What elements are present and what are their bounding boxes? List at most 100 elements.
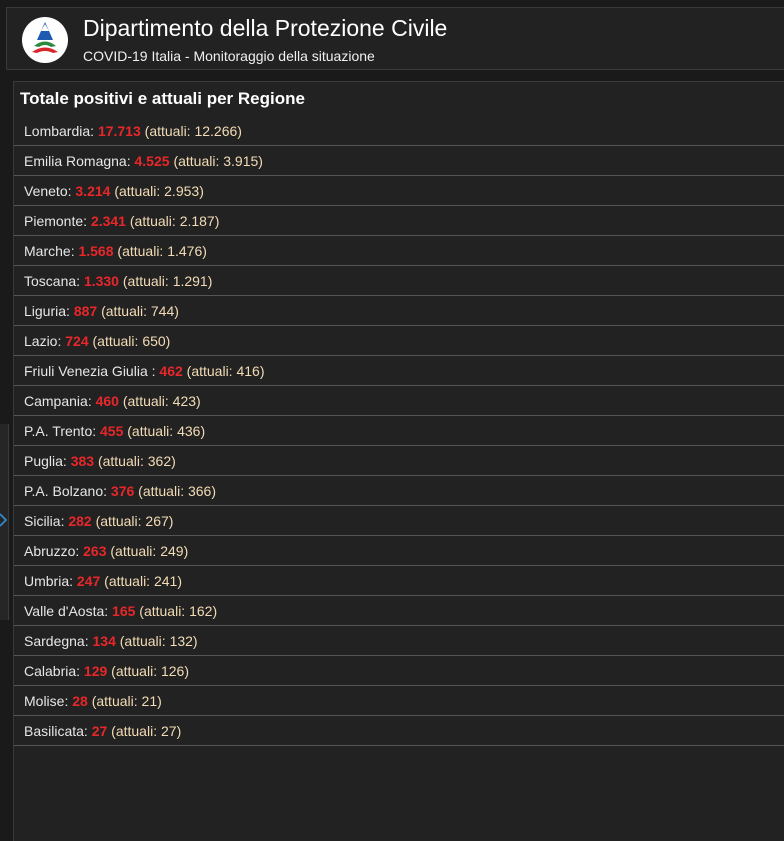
current-prefix: (attuali: [95, 513, 146, 529]
region-row[interactable]: Sardegna: 134 (attuali: 132) [14, 626, 784, 656]
current-suffix: ) [207, 273, 213, 289]
region-name: Sicilia [24, 513, 61, 529]
region-total-value: 28 [72, 693, 88, 709]
region-name: Lombardia [24, 123, 91, 139]
app-title: Dipartimento della Protezione Civile [83, 15, 448, 41]
current-prefix: (attuali: [122, 273, 173, 289]
region-row[interactable]: Marche: 1.568 (attuali: 1.476) [14, 236, 784, 266]
app-subtitle: COVID-19 Italia - Monitoraggio della sit… [83, 48, 375, 64]
region-current-value: (attuali: 1.476) [117, 243, 207, 259]
region-total-value: 247 [76, 573, 101, 589]
current-suffix: ) [237, 123, 242, 139]
region-total-value: 282 [68, 513, 92, 529]
region-current-value: (attuali: 12.266) [145, 123, 242, 139]
current-number: 132 [169, 633, 193, 649]
current-suffix: ) [157, 693, 162, 709]
region-name: Marche [24, 243, 71, 259]
current-prefix: (attuali: [144, 123, 195, 139]
region-total-value: 455 [100, 423, 124, 439]
region-row[interactable]: Piemonte: 2.341 (attuali: 2.187) [14, 206, 784, 236]
region-row[interactable]: Basilicata: 27 (attuali: 27) [14, 716, 784, 746]
region-total-value: 724 [65, 333, 89, 349]
region-name: Valle d'Aosta [24, 603, 105, 619]
region-name: P.A. Trento [24, 423, 93, 439]
region-row[interactable]: Sicilia: 282 (attuali: 267) [14, 506, 784, 536]
region-panel: Totale positivi e attuali per Regione Lo… [13, 81, 784, 841]
current-suffix: ) [196, 393, 201, 409]
region-current-value: (attuali: 126) [111, 663, 189, 679]
region-current-value: (attuali: 162) [139, 603, 217, 619]
current-prefix: (attuali: [110, 543, 161, 559]
current-prefix: (attuali: [111, 723, 161, 739]
region-row[interactable]: P.A. Trento: 455 (attuali: 436) [14, 416, 784, 446]
region-current-value: (attuali: 366) [138, 483, 216, 499]
current-number: 1.291 [172, 273, 208, 289]
region-current-value: (attuali: 423) [123, 393, 201, 409]
region-row[interactable]: Toscana: 1.330 (attuali: 1.291) [14, 266, 784, 296]
region-row[interactable]: Umbria: 247 (attuali: 241) [14, 566, 784, 596]
region-name: Umbria [24, 573, 70, 589]
region-row[interactable]: Lazio: 724 (attuali: 650) [14, 326, 784, 356]
region-name: Molise [24, 693, 65, 709]
current-prefix: (attuali: [122, 393, 173, 409]
region-total-value: 263 [83, 543, 107, 559]
region-name: Basilicata [24, 723, 84, 739]
region-total-value: 1.330 [83, 273, 119, 289]
region-current-value: (attuali: 3.915) [173, 153, 263, 169]
current-suffix: ) [176, 723, 182, 739]
region-row[interactable]: Calabria: 129 (attuali: 126) [14, 656, 784, 686]
current-prefix: (attuali: [186, 363, 237, 379]
region-row[interactable]: Liguria: 887 (attuali: 744) [14, 296, 784, 326]
current-prefix: (attuali: [92, 333, 143, 349]
current-number: 249 [160, 543, 184, 559]
region-row[interactable]: Friuli Venezia Giulia : 462 (attuali: 41… [14, 356, 784, 386]
current-suffix: ) [199, 183, 204, 199]
region-row[interactable]: Valle d'Aosta: 165 (attuali: 162) [14, 596, 784, 626]
current-suffix: ) [202, 243, 207, 259]
region-row[interactable]: Emilia Romagna: 4.525 (attuali: 3.915) [14, 146, 784, 176]
region-total-value: 460 [95, 393, 119, 409]
region-row[interactable]: Lombardia: 17.713 (attuali: 12.266) [14, 116, 784, 146]
current-suffix: ) [165, 333, 171, 349]
current-number: 362 [147, 453, 172, 469]
current-suffix: ) [192, 633, 198, 649]
region-total-value: 887 [73, 303, 98, 319]
current-number: 416 [236, 363, 260, 379]
region-row[interactable]: Puglia: 383 (attuali: 362) [14, 446, 784, 476]
region-total-value: 165 [112, 603, 136, 619]
region-total-value: 462 [159, 363, 183, 379]
region-total-value: 4.525 [134, 153, 170, 169]
current-prefix: (attuali: [138, 483, 188, 499]
current-number: 650 [142, 333, 166, 349]
current-suffix: ) [171, 453, 176, 469]
region-list: Lombardia: 17.713 (attuali: 12.266) Emili… [14, 116, 784, 746]
current-number: 21 [141, 693, 158, 709]
current-number: 126 [160, 663, 185, 679]
region-row[interactable]: Abruzzo: 263 (attuali: 249) [14, 536, 784, 566]
region-row[interactable]: Campania: 460 (attuali: 423) [14, 386, 784, 416]
region-row[interactable]: Molise: 28 (attuali: 21) [14, 686, 784, 716]
region-current-value: (attuali: 1.291) [123, 273, 213, 289]
current-number: 2.953 [164, 183, 200, 199]
region-total-value: 129 [83, 663, 108, 679]
current-suffix: ) [184, 663, 190, 679]
region-row[interactable]: P.A. Bolzano: 376 (attuali: 366) [14, 476, 784, 506]
current-prefix: (attuali: [129, 213, 180, 229]
current-prefix: (attuali: [139, 603, 190, 619]
current-suffix: ) [168, 513, 174, 529]
region-current-value: (attuali: 249) [110, 543, 188, 559]
region-row[interactable]: Veneto: 3.214 (attuali: 2.953) [14, 176, 784, 206]
current-prefix: (attuali: [101, 303, 151, 319]
region-name: Sardegna [24, 633, 85, 649]
current-number: 744 [150, 303, 175, 319]
chevron-right-icon[interactable] [0, 510, 8, 530]
region-total-value: 2.341 [90, 213, 126, 229]
region-current-value: (attuali: 27) [111, 723, 181, 739]
current-suffix: ) [174, 303, 179, 319]
current-number: 366 [187, 483, 212, 499]
current-number: 27 [160, 723, 177, 739]
current-prefix: (attuali: [97, 453, 148, 469]
current-suffix: ) [212, 603, 218, 619]
region-current-value: (attuali: 2.187) [130, 213, 220, 229]
region-total-value: 3.214 [75, 183, 111, 199]
